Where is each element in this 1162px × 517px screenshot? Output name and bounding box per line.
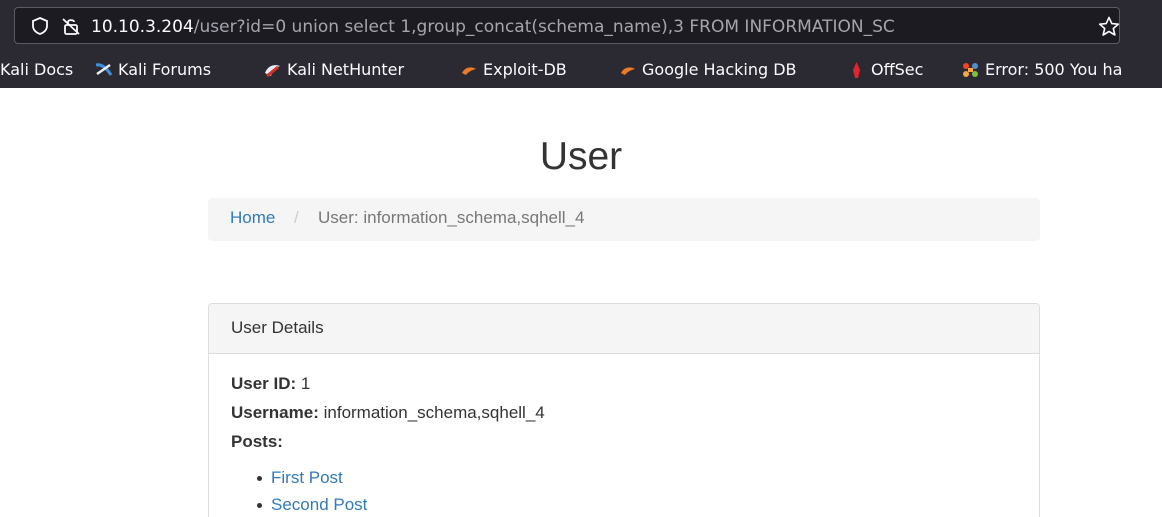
url-path: /user?id=0 union select 1,group_concat(s… bbox=[193, 17, 895, 37]
posts-row: Posts: bbox=[231, 432, 283, 452]
panel-heading: User Details bbox=[209, 304, 1039, 354]
kali-forums-icon bbox=[95, 63, 113, 76]
posts-label: Posts: bbox=[231, 432, 283, 451]
list-item: First Post bbox=[256, 464, 367, 491]
joomla-icon bbox=[963, 63, 978, 77]
url-bar[interactable]: 10.10.3.204/user?id=0 union select 1,gro… bbox=[14, 7, 1120, 44]
post-link-second[interactable]: Second Post bbox=[271, 495, 367, 514]
user-id-value: 1 bbox=[300, 374, 311, 393]
kali-nethunter-icon bbox=[265, 65, 280, 78]
breadcrumb: Home / User: information_schema,sqhell_4 bbox=[208, 198, 1040, 241]
user-id-label: User ID: bbox=[231, 374, 301, 393]
shield-icon[interactable] bbox=[30, 16, 50, 36]
bookmark-label: Kali Forums bbox=[118, 60, 212, 79]
posts-list: First Post Second Post bbox=[256, 464, 367, 517]
breadcrumb-home-link[interactable]: Home bbox=[230, 208, 275, 228]
url-text[interactable]: 10.10.3.204/user?id=0 union select 1,gro… bbox=[91, 15, 1091, 39]
url-host: 10.10.3.204 bbox=[91, 17, 194, 37]
list-item: Second Post bbox=[256, 491, 367, 517]
username-label: Username: bbox=[231, 403, 324, 422]
insecure-lock-icon[interactable] bbox=[61, 16, 81, 36]
bookmark-label: Google Hacking DB bbox=[642, 60, 797, 79]
user-details-panel: User Details User ID: 1 Username: inform… bbox=[208, 303, 1040, 517]
exploit-db-icon bbox=[462, 67, 476, 75]
breadcrumb-separator: / bbox=[294, 208, 299, 227]
bookmark-label: Kali NetHunter bbox=[287, 60, 405, 79]
ghdb-icon bbox=[621, 67, 635, 75]
bookmarks-toolbar: Kali Docs Kali Forums Kali NetHunter Exp… bbox=[0, 53, 1162, 87]
page-title: User bbox=[539, 135, 623, 178]
bookmark-label: Exploit-DB bbox=[483, 60, 567, 79]
bookmark-star-icon[interactable] bbox=[1098, 16, 1120, 37]
browser-chrome: 10.10.3.204/user?id=0 union select 1,gro… bbox=[0, 0, 1162, 88]
username-row: Username: information_schema,sqhell_4 bbox=[231, 403, 545, 423]
bookmark-label: Error: 500 You ha bbox=[985, 60, 1123, 79]
breadcrumb-current: User: information_schema,sqhell_4 bbox=[318, 208, 585, 227]
user-id-row: User ID: 1 bbox=[231, 374, 310, 394]
panel-title: User Details bbox=[231, 318, 324, 337]
bookmark-label: OffSec bbox=[871, 60, 924, 79]
username-value: information_schema,sqhell_4 bbox=[323, 403, 545, 422]
bookmark-label: Kali Docs bbox=[0, 60, 74, 79]
url-fade bbox=[1049, 12, 1095, 40]
post-link-first[interactable]: First Post bbox=[271, 468, 343, 487]
offsec-icon bbox=[853, 62, 860, 78]
